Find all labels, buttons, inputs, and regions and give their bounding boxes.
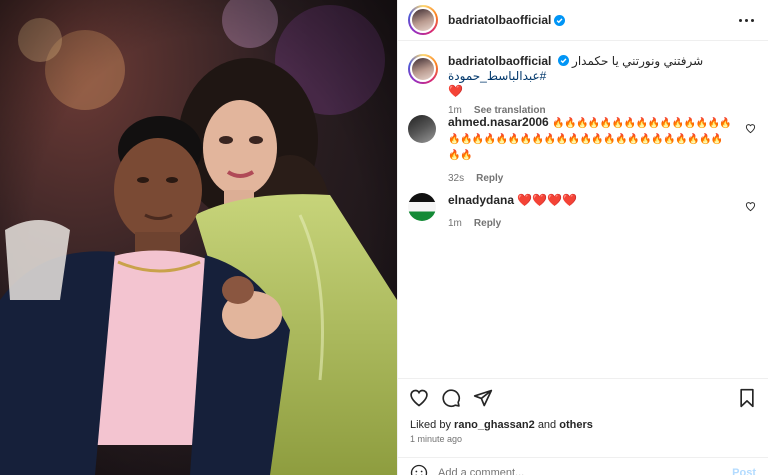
post-caption: badriatolbaofficial شرفتني ونورتني يا حك… <box>408 54 756 118</box>
caption-text: شرفتني ونورتني يا حكمدار <box>572 54 704 68</box>
liked-by-username[interactable]: rano_ghassan2 <box>454 419 535 431</box>
save-bookmark-icon[interactable] <box>736 387 758 409</box>
caption-avatar[interactable] <box>408 54 438 84</box>
comment-time[interactable]: 32s <box>448 171 464 186</box>
reply-link[interactable]: Reply <box>476 171 503 186</box>
verified-badge-icon <box>554 14 566 26</box>
likes-and: and <box>537 419 557 431</box>
comment-bubble-icon[interactable] <box>440 387 462 409</box>
commenter-avatar[interactable] <box>408 115 438 145</box>
caption-hashtag[interactable]: #عبدالباسط_حمودة <box>448 69 546 83</box>
comment-text: ❤️❤️❤️❤️ <box>517 193 578 207</box>
likes-summary: Liked by rano_ghassan2 and others <box>410 419 593 431</box>
post-actions-bar <box>398 378 768 416</box>
commenter-username[interactable]: elnadydana <box>448 193 514 207</box>
caption-username[interactable]: badriatolbaofficial <box>448 54 551 68</box>
commenter-avatar[interactable] <box>408 193 438 223</box>
post-side-panel: badriatolbaofficial badriatolbaofficial … <box>397 0 768 475</box>
add-comment-row: Post <box>398 457 768 475</box>
post-image <box>0 0 397 475</box>
caption-heart-emoji: ❤️ <box>448 84 463 98</box>
add-comment-input[interactable] <box>438 466 733 475</box>
author-avatar[interactable] <box>408 5 438 35</box>
post-comment-button[interactable]: Post <box>732 467 756 475</box>
author-username[interactable]: badriatolbaofficial <box>448 13 551 27</box>
likes-prefix: Liked by <box>410 419 451 431</box>
post-photo[interactable] <box>0 0 397 475</box>
likes-others-link[interactable]: others <box>559 419 593 431</box>
more-horizontal-icon[interactable] <box>739 18 754 22</box>
like-heart-icon[interactable] <box>408 387 430 409</box>
like-comment-heart-icon[interactable] <box>745 201 756 212</box>
reply-link[interactable]: Reply <box>474 216 501 231</box>
commenter-username[interactable]: ahmed.nasar2006 <box>448 115 549 129</box>
caption-text-block: badriatolbaofficial شرفتني ونورتني يا حك… <box>448 54 756 99</box>
post-timestamp[interactable]: 1 minute ago <box>410 434 462 444</box>
comment-item: elnadydana ❤️❤️❤️❤️ 1m Reply <box>408 193 756 231</box>
share-send-icon[interactable] <box>472 387 494 409</box>
emoji-smile-icon[interactable] <box>410 464 428 475</box>
comment-item: ahmed.nasar2006 🔥🔥🔥🔥🔥🔥🔥🔥🔥🔥🔥🔥🔥🔥🔥🔥🔥🔥🔥🔥🔥🔥🔥🔥… <box>408 115 756 186</box>
verified-badge-icon <box>557 55 569 66</box>
post-header: badriatolbaofficial <box>398 0 768 41</box>
comment-time[interactable]: 1m <box>448 216 462 231</box>
like-comment-heart-icon[interactable] <box>745 123 756 134</box>
